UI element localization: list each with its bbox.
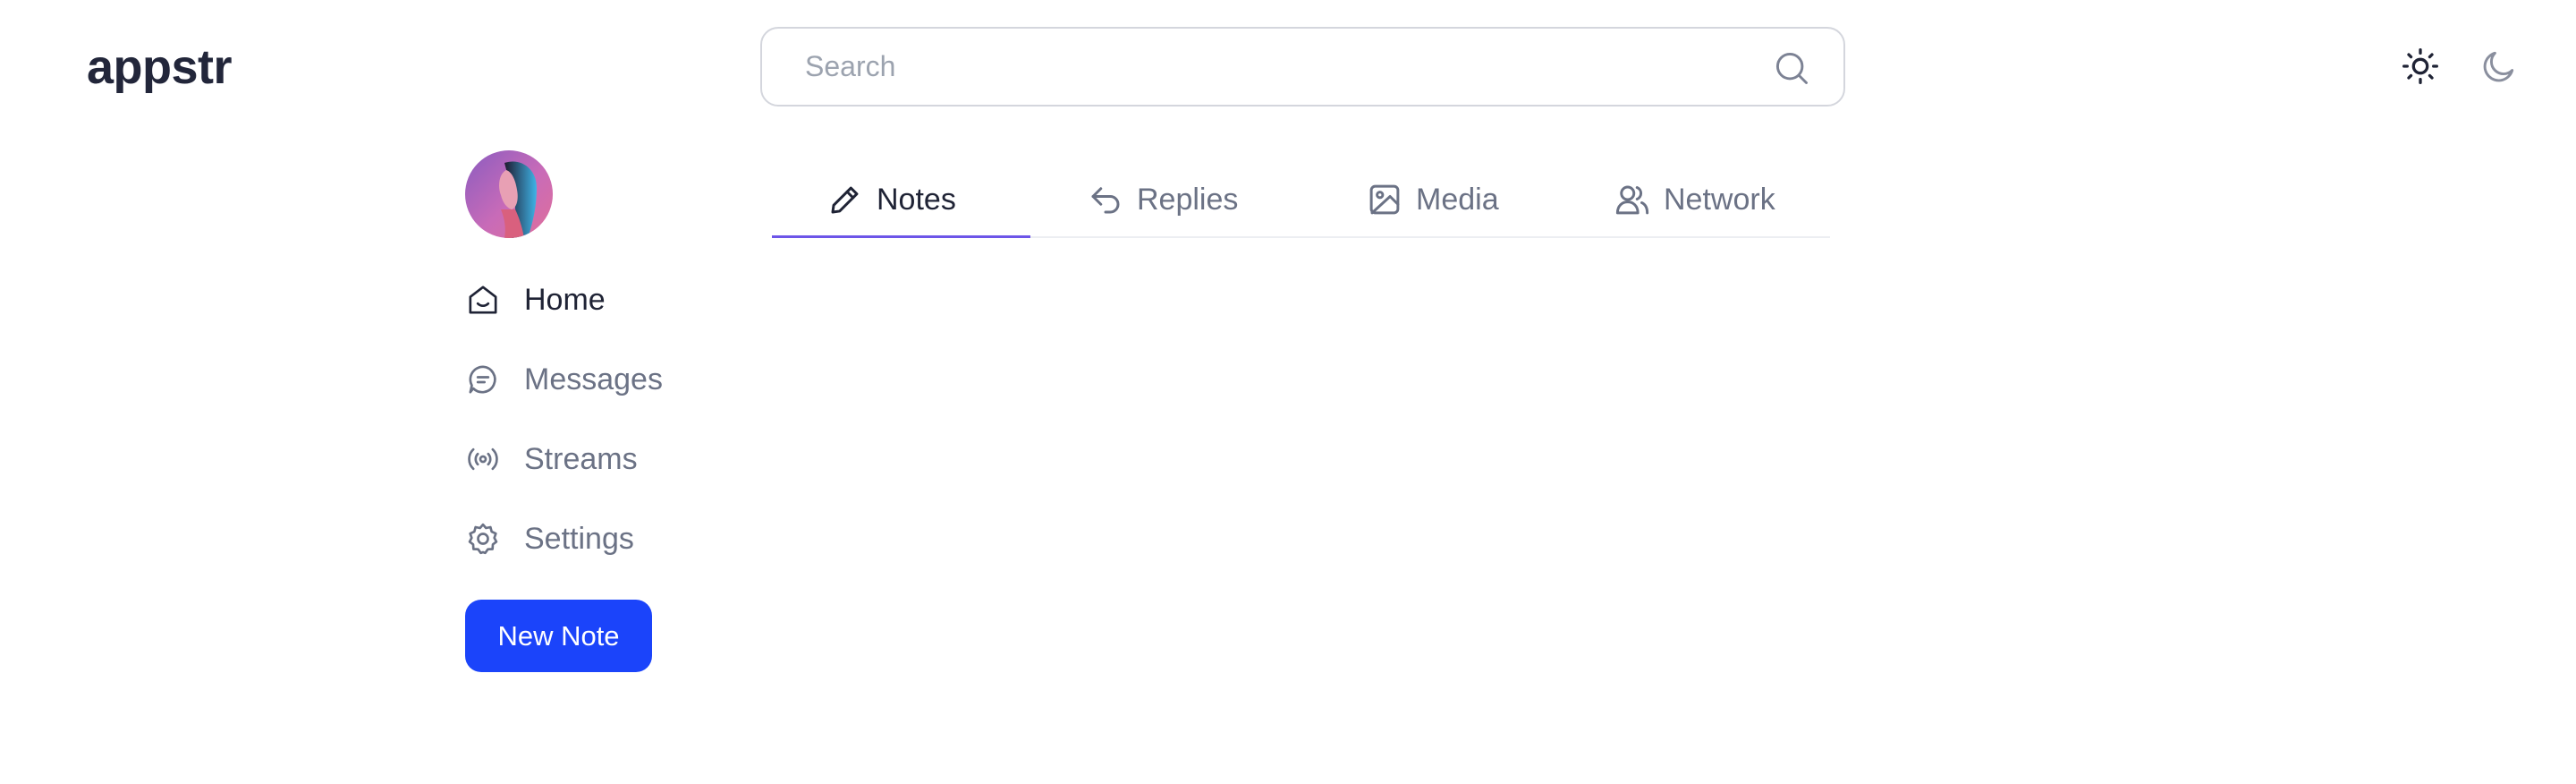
tab-notes[interactable]: Notes — [826, 161, 956, 238]
active-tab-indicator — [772, 235, 1030, 238]
sidebar-item-home[interactable]: Home — [465, 273, 663, 327]
avatar-image — [465, 150, 553, 238]
tab-media[interactable]: Media — [1366, 161, 1499, 238]
app-logo[interactable]: appstr — [87, 36, 233, 98]
home-icon — [469, 285, 497, 314]
sidebar-item-messages[interactable]: Messages — [465, 353, 663, 406]
search-box[interactable] — [760, 27, 1845, 107]
image-icon — [1369, 184, 1400, 215]
new-note-button[interactable]: New Note — [465, 600, 652, 672]
moon-icon[interactable] — [2479, 47, 2519, 86]
sun-icon[interactable] — [2401, 47, 2440, 86]
search-icon[interactable] — [1772, 48, 1811, 88]
users-icon — [1615, 185, 1649, 215]
broadcast-icon — [468, 447, 498, 471]
sidebar-item-streams[interactable]: Streams — [465, 432, 663, 486]
sidebar-nav: Home Messages Streams Settings — [465, 273, 663, 592]
sidebar-item-label: Messages — [524, 362, 663, 396]
search-input[interactable] — [803, 49, 1698, 84]
reply-icon — [1091, 187, 1120, 214]
tab-network[interactable]: Network — [1614, 161, 1775, 238]
tab-label: Replies — [1137, 182, 1239, 217]
tab-label: Notes — [877, 182, 956, 217]
tab-replies[interactable]: Replies — [1087, 161, 1238, 238]
profile-tabs: Notes Replies Media Network — [772, 161, 1830, 238]
sidebar-item-settings[interactable]: Settings — [465, 512, 663, 566]
sidebar-item-label: Settings — [524, 521, 634, 556]
sidebar-item-label: Home — [524, 282, 606, 317]
gear-icon — [468, 523, 498, 555]
avatar[interactable] — [465, 150, 553, 238]
pencil-icon — [831, 186, 859, 214]
tab-label: Network — [1664, 182, 1775, 217]
tab-label: Media — [1416, 182, 1499, 217]
message-icon — [469, 365, 496, 394]
sidebar-item-label: Streams — [524, 441, 638, 476]
